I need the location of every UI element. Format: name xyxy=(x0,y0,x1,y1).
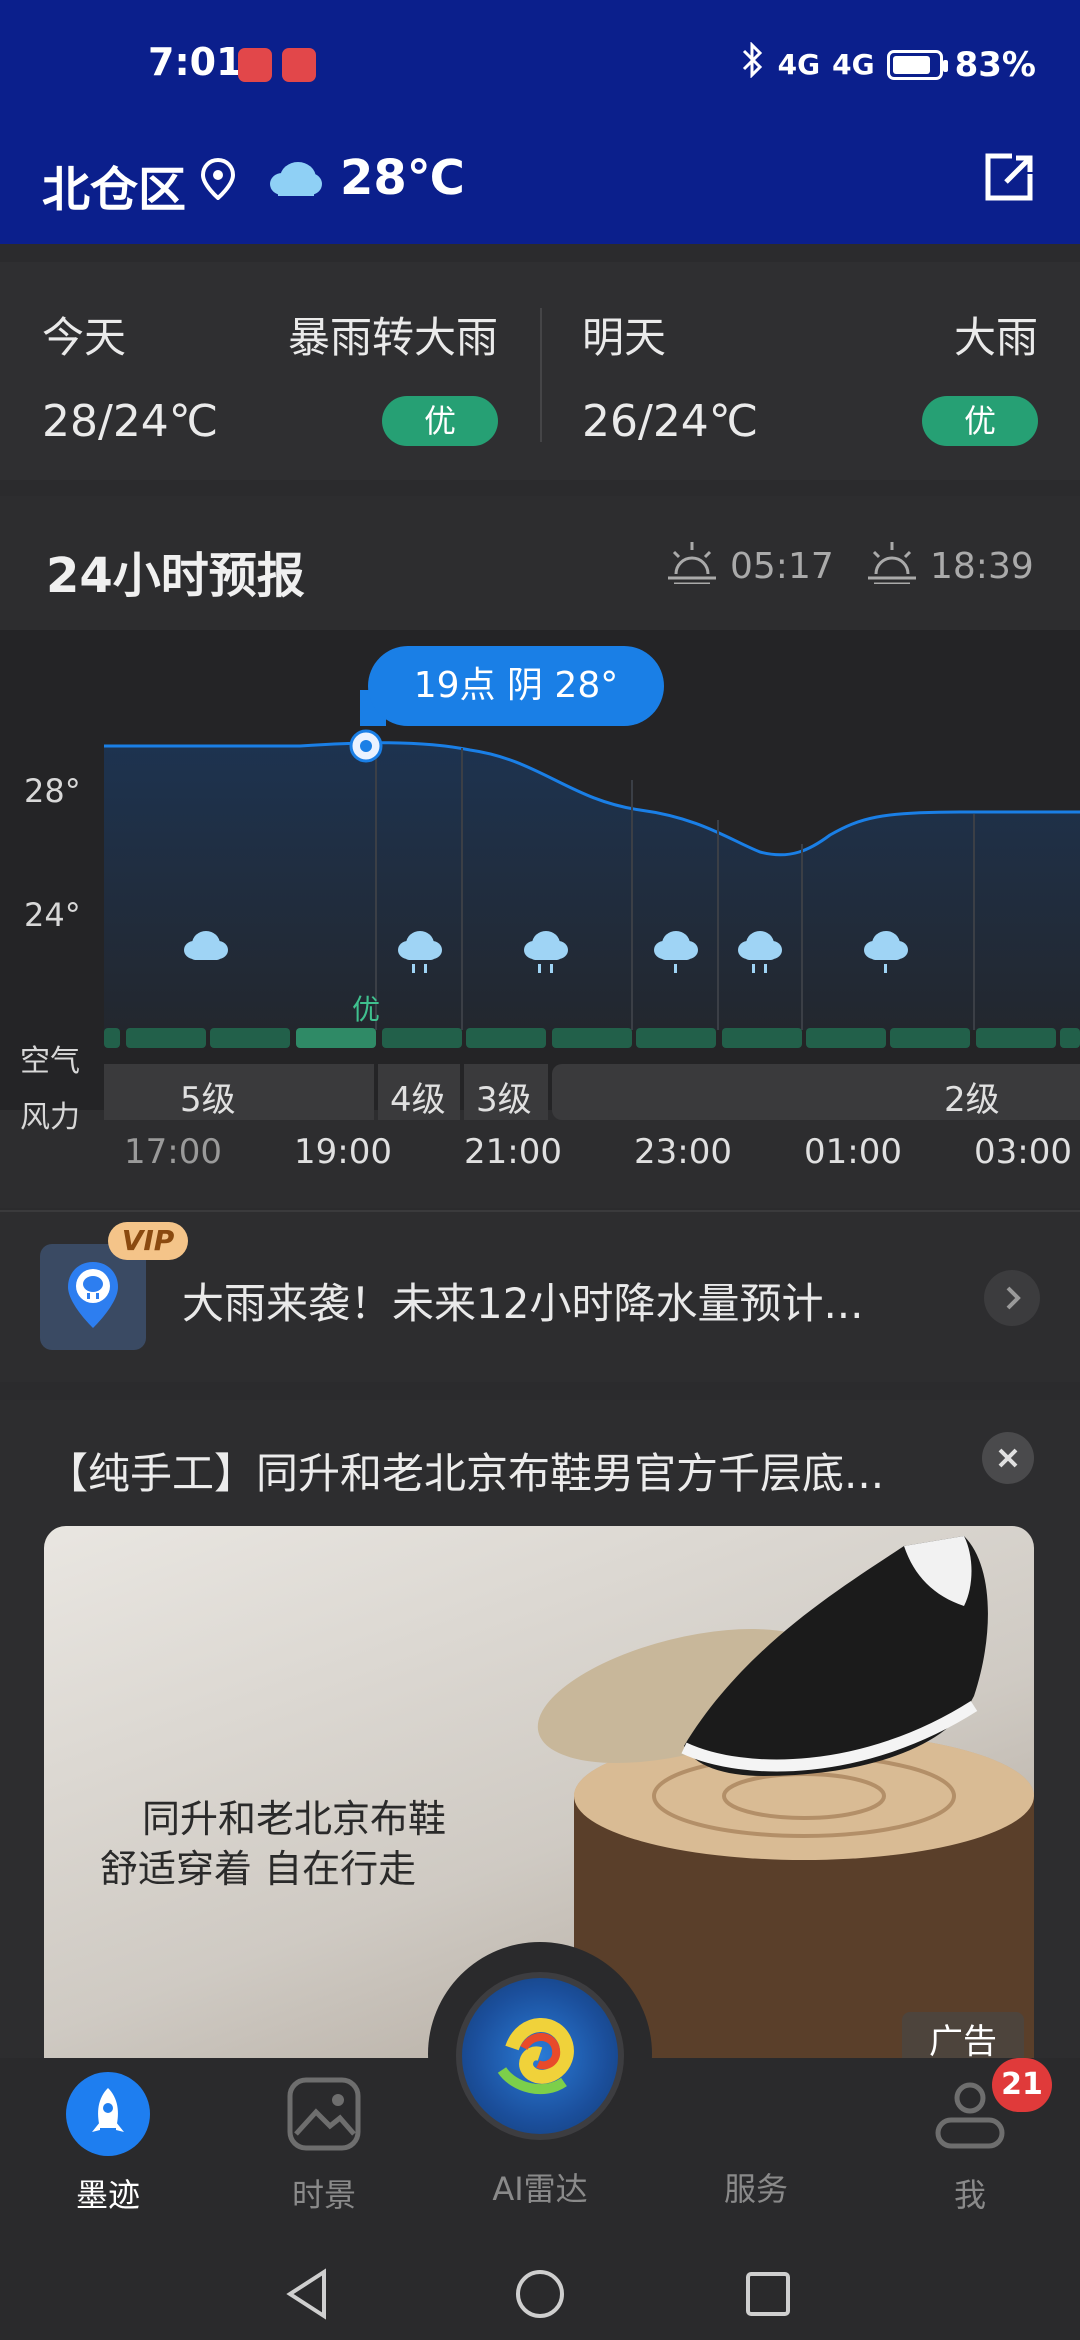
tomorrow-label: 明天 xyxy=(582,313,667,362)
current-temperature: 28℃ xyxy=(340,150,465,206)
aqi-bar xyxy=(636,1028,716,1048)
aqi-bar xyxy=(806,1028,886,1048)
wind-level: 4级 xyxy=(390,1080,446,1120)
aqi-bar xyxy=(552,1028,632,1048)
nav-label: 服务 xyxy=(723,2170,788,2208)
sunset: 18:39 xyxy=(866,540,1034,593)
wind-level: 3级 xyxy=(476,1080,532,1120)
ad-caption: 舒适穿着 自在行走 xyxy=(100,1847,417,1891)
nav-label: 墨迹 xyxy=(75,2176,140,2214)
time-label: 21:00 xyxy=(464,1132,562,1172)
close-icon[interactable] xyxy=(982,1432,1034,1484)
y-axis-label: 24° xyxy=(24,896,81,934)
wind-segment: 3级 xyxy=(464,1064,548,1120)
nav-item-ai-radar[interactable]: AI雷达 xyxy=(470,2164,610,2210)
aqi-bar xyxy=(210,1028,290,1048)
battery-percent: 83% xyxy=(954,44,1036,85)
tomorrow-range: 26/24℃ xyxy=(582,396,759,447)
battery-level xyxy=(892,55,930,74)
battery-icon xyxy=(886,49,948,80)
radar-icon[interactable] xyxy=(456,1972,624,2140)
nav-label: AI雷达 xyxy=(492,2170,588,2208)
home-icon[interactable] xyxy=(514,2268,566,2324)
nav-item-moji[interactable]: 墨迹 xyxy=(38,2072,178,2216)
aqi-highlight-label: 优 xyxy=(352,993,381,1026)
cloud-icon xyxy=(268,158,324,202)
today-condition: 暴雨转大雨 xyxy=(287,313,498,362)
aqi-row-label: 空气 xyxy=(20,1044,80,1079)
aqi-bar xyxy=(126,1028,206,1048)
sunset-time: 18:39 xyxy=(930,546,1034,587)
wind-segment: 2级 xyxy=(552,1064,1080,1120)
location-name[interactable]: 北仓区 xyxy=(42,150,186,220)
signal-icon: 4G xyxy=(832,48,875,81)
ad-title[interactable]: 【纯手工】同升和老北京布鞋男官方千层底... xyxy=(46,1440,884,1501)
time-label: 17:00 xyxy=(124,1132,222,1172)
notification-badge: 21 xyxy=(992,2058,1052,2112)
time-label: 03:00 xyxy=(974,1132,1072,1172)
today-label: 今天 xyxy=(42,313,127,362)
status-time: 7:01 xyxy=(148,40,243,84)
wind-segment: 4级 xyxy=(378,1064,460,1120)
rocket-icon xyxy=(66,2072,150,2156)
chevron-right-icon[interactable] xyxy=(984,1270,1040,1326)
wind-level: 5级 xyxy=(180,1080,236,1120)
sunrise: 05:17 xyxy=(666,540,834,593)
ad-caption: 同升和老北京布鞋 xyxy=(142,1797,447,1841)
sunrise-time: 05:17 xyxy=(730,546,834,587)
aqi-bar xyxy=(382,1028,462,1048)
aqi-bar-selected xyxy=(296,1028,376,1048)
location-pin-icon[interactable] xyxy=(200,157,236,204)
share-icon[interactable] xyxy=(978,148,1038,212)
vip-badge: VIP xyxy=(108,1222,188,1260)
tomorrow-condition: 大雨 xyxy=(953,313,1038,362)
time-label: 19:00 xyxy=(294,1132,392,1172)
recents-icon[interactable] xyxy=(744,2270,792,2322)
today-aqi-badge: 优 xyxy=(382,396,498,446)
time-label: 01:00 xyxy=(804,1132,902,1172)
nav-label: 我 xyxy=(953,2176,986,2214)
status-icons: 4G 4G 83% xyxy=(740,41,1036,87)
divider xyxy=(540,308,542,442)
temperature-area xyxy=(104,742,1080,1030)
back-icon[interactable] xyxy=(284,2268,332,2324)
bluetooth-icon xyxy=(740,41,766,87)
hour-tooltip: 19点 阴 28° xyxy=(368,646,664,726)
y-axis-label: 28° xyxy=(24,772,81,810)
aqi-bar xyxy=(466,1028,546,1048)
hourly-forecast-title: 24小时预报 xyxy=(46,548,305,604)
image-icon xyxy=(282,2072,366,2156)
time-label: 23:00 xyxy=(634,1132,732,1172)
wind-segment: 5级 xyxy=(104,1064,374,1120)
aqi-bar xyxy=(722,1028,802,1048)
aqi-bar xyxy=(1060,1028,1080,1048)
aqi-bar xyxy=(104,1028,120,1048)
wind-level: 2级 xyxy=(944,1080,1000,1120)
tomorrow-aqi-badge: 优 xyxy=(922,396,1038,446)
nav-item-scene[interactable]: 时景 xyxy=(254,2072,394,2216)
app-notification-icon xyxy=(238,48,272,82)
aqi-bar xyxy=(976,1028,1056,1048)
wind-row-label: 风力 xyxy=(20,1100,80,1135)
alert-message[interactable]: 大雨来袭！未来12小时降水量预计... xyxy=(182,1270,864,1331)
nav-item-services[interactable]: 服务 xyxy=(686,2164,826,2210)
aqi-bar xyxy=(890,1028,970,1048)
sunrise-icon xyxy=(666,540,718,593)
system-nav-bar xyxy=(0,2238,1080,2340)
today-range: 28/24℃ xyxy=(42,396,219,447)
app-notification-icon xyxy=(282,48,316,82)
sunset-icon xyxy=(866,540,918,593)
signal-icon: 4G xyxy=(777,48,821,81)
nav-label: 时景 xyxy=(291,2176,356,2214)
